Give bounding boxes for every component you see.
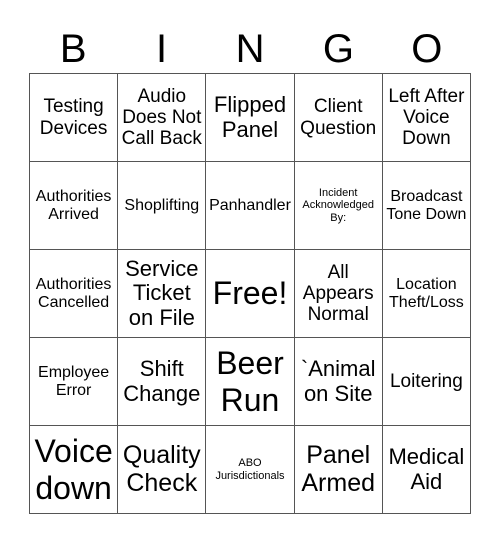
- bingo-cell[interactable]: Medical Aid: [382, 426, 471, 514]
- bingo-card-grid: Testing Devices Audio Does Not Call Back…: [29, 73, 471, 514]
- bingo-cell[interactable]: Loitering: [382, 338, 471, 426]
- bingo-cell[interactable]: Authorities Cancelled: [30, 250, 119, 338]
- bingo-cell[interactable]: Client Question: [294, 74, 383, 162]
- bingo-cell[interactable]: Employee Error: [30, 338, 119, 426]
- bingo-cell[interactable]: Broadcast Tone Down: [382, 162, 471, 250]
- bingo-cell[interactable]: Voice down: [30, 426, 119, 514]
- bingo-cell[interactable]: `Animal on Site: [294, 338, 383, 426]
- bingo-header: B I N G O: [29, 26, 471, 72]
- header-letter-i: I: [156, 27, 168, 71]
- bingo-cell[interactable]: Shift Change: [118, 338, 207, 426]
- bingo-cell[interactable]: Panel Armed: [294, 426, 383, 514]
- bingo-cell[interactable]: Incident Acknowledged By:: [294, 162, 383, 250]
- bingo-cell[interactable]: Panhandler: [206, 162, 295, 250]
- bingo-cell[interactable]: Left After Voice Down: [382, 74, 471, 162]
- bingo-cell[interactable]: Flipped Panel: [206, 74, 295, 162]
- bingo-cell[interactable]: Authorities Arrived: [30, 162, 119, 250]
- bingo-cell[interactable]: Beer Run: [206, 338, 295, 426]
- bingo-cell[interactable]: Shoplifting: [118, 162, 207, 250]
- free-space-cell[interactable]: Free!: [206, 250, 295, 338]
- bingo-cell[interactable]: Testing Devices: [30, 74, 119, 162]
- bingo-cell[interactable]: Audio Does Not Call Back: [118, 74, 207, 162]
- bingo-cell[interactable]: ABO Jurisdictionals: [206, 426, 295, 514]
- bingo-cell[interactable]: All Appears Normal: [294, 250, 383, 338]
- header-letter-o: O: [411, 27, 443, 71]
- header-letter-g: G: [322, 27, 354, 71]
- header-letter-n: N: [235, 27, 265, 71]
- bingo-cell[interactable]: Service Ticket on File: [118, 250, 207, 338]
- bingo-cell[interactable]: Quality Check: [118, 426, 207, 514]
- header-letter-b: B: [59, 27, 87, 71]
- bingo-cell[interactable]: Location Theft/Loss: [382, 250, 471, 338]
